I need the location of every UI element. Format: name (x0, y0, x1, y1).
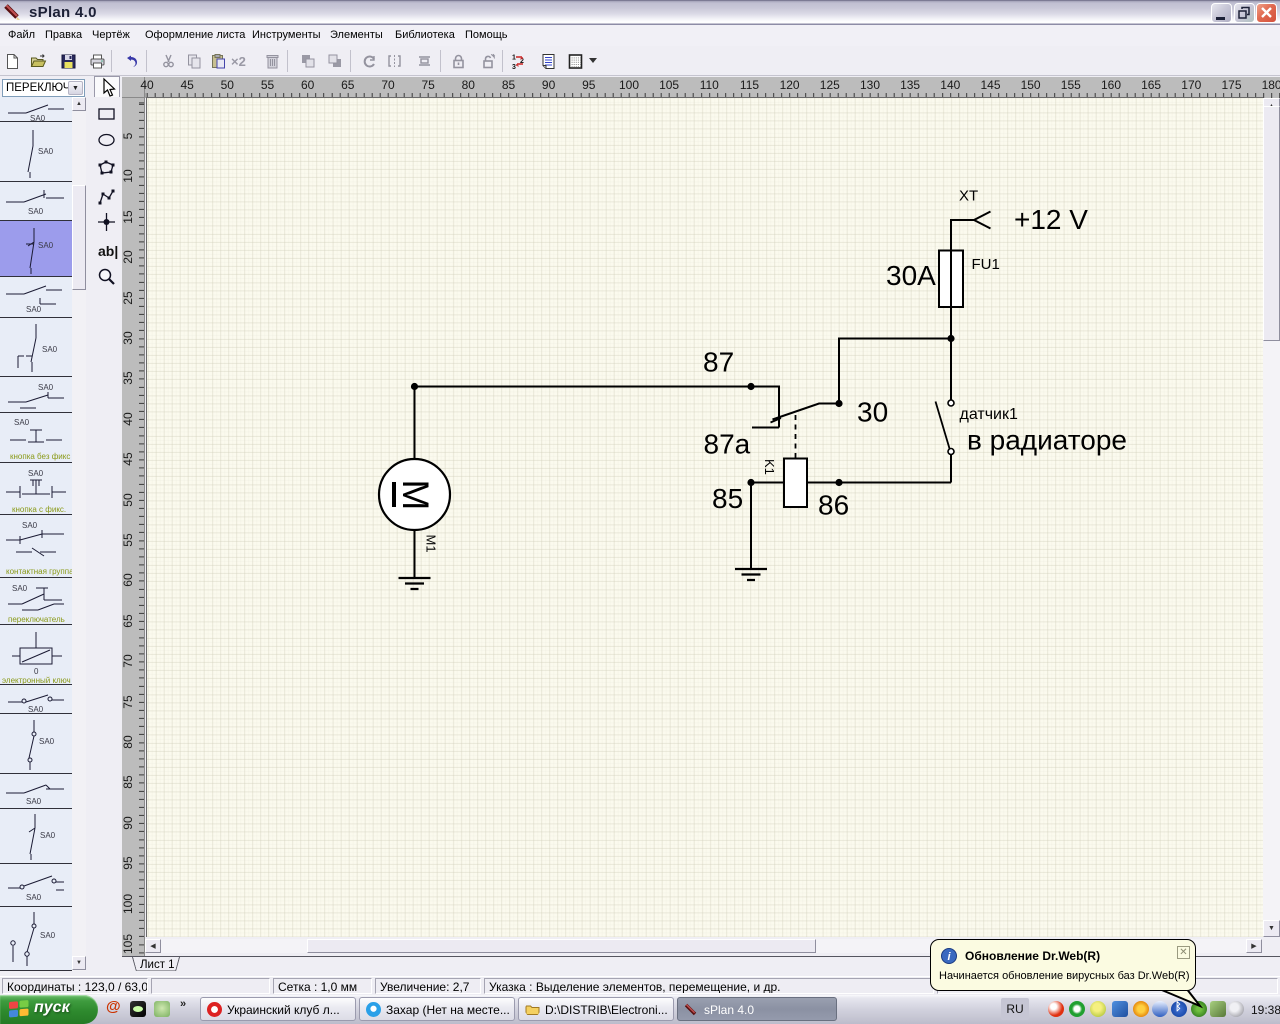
svg-text:0: 0 (34, 667, 39, 676)
svg-text:86: 86 (818, 490, 849, 521)
svg-text:87: 87 (703, 347, 734, 378)
svg-text:контактная группа: контактная группа (6, 567, 72, 576)
svg-text:переключатель: переключатель (8, 615, 65, 624)
svg-text:в радиаторе: в радиаторе (967, 425, 1127, 456)
svg-text:SA0: SA0 (38, 241, 54, 250)
svg-text:K1: K1 (762, 459, 777, 475)
svg-text:30A: 30A (886, 260, 936, 291)
svg-text:XT: XT (959, 188, 978, 205)
svg-text:85: 85 (712, 483, 743, 514)
svg-text:SA0: SA0 (14, 418, 30, 427)
svg-text:кнопка с фикс.: кнопка с фикс. (12, 505, 66, 514)
svg-text:SA0: SA0 (40, 831, 56, 840)
svg-text:+12 V: +12 V (1014, 204, 1088, 235)
svg-text:SA0: SA0 (26, 893, 42, 902)
svg-text:SA0: SA0 (38, 383, 54, 392)
svg-text:SA0: SA0 (22, 521, 38, 530)
svg-text:SA0: SA0 (28, 469, 44, 478)
svg-text:SA0: SA0 (39, 737, 55, 746)
svg-text:электронный ключ: электронный ключ (2, 676, 71, 685)
svg-text:SA0: SA0 (42, 345, 58, 354)
svg-text:SA0: SA0 (12, 584, 28, 593)
svg-text:SA0: SA0 (26, 797, 42, 806)
svg-text:датчик1: датчик1 (960, 406, 1018, 423)
svg-text:1: 1 (512, 55, 516, 62)
svg-text:кнопка без фикс: кнопка без фикс (10, 452, 70, 461)
svg-text:SA0: SA0 (30, 114, 46, 121)
svg-text:M1: M1 (424, 535, 439, 553)
svg-text:87a: 87a (704, 429, 751, 460)
svg-text:SA0: SA0 (28, 705, 44, 714)
svg-text:SA0: SA0 (38, 147, 54, 156)
svg-text:30: 30 (857, 397, 888, 428)
svg-text:SA0: SA0 (28, 207, 44, 216)
svg-text:FU1: FU1 (972, 256, 1000, 273)
svg-text:SA0: SA0 (26, 305, 42, 314)
svg-text:3: 3 (512, 64, 516, 70)
svg-text:SA0: SA0 (40, 931, 56, 940)
svg-text:M: M (395, 480, 436, 511)
